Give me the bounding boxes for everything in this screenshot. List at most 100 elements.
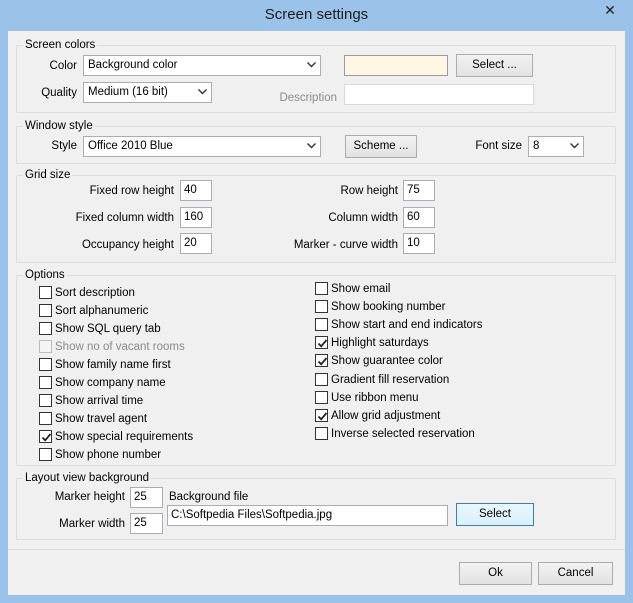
- description-field[interactable]: [344, 84, 534, 105]
- chevron-down-icon: [307, 62, 316, 68]
- marker-height-label: Marker height: [54, 491, 125, 503]
- checkbox-label: Show travel agent: [55, 413, 148, 425]
- button-label: Ok: [488, 567, 503, 579]
- checkmark-icon: [317, 412, 328, 421]
- checkbox-unchecked-icon: [315, 372, 328, 386]
- quality-label: Quality: [41, 87, 77, 99]
- color-dropdown-value: Background color: [88, 59, 178, 71]
- checkbox-label: Allow grid adjustment: [331, 409, 441, 422]
- color-label: Color: [49, 60, 77, 72]
- window-title: Screen settings: [264, 6, 369, 23]
- select-background-button[interactable]: Select: [456, 503, 534, 526]
- row-height-input[interactable]: 75: [403, 180, 435, 201]
- color-dropdown[interactable]: Background color: [83, 55, 321, 76]
- checkbox-label: Highlight saturdays: [331, 337, 429, 350]
- button-label: Select: [479, 508, 511, 520]
- close-icon: ✕: [604, 2, 616, 18]
- background-file-label: Background file: [169, 491, 249, 503]
- close-button[interactable]: ✕: [593, 0, 627, 21]
- occupancy-height-label: Occupancy height: [81, 239, 174, 251]
- marker-height-input[interactable]: 25: [130, 487, 163, 508]
- checkbox-checked-icon: [315, 354, 328, 368]
- chevron-down-icon: [307, 143, 316, 149]
- fixed-column-width-input[interactable]: 160: [180, 207, 212, 228]
- checkbox-unchecked-icon: [315, 318, 328, 332]
- checkbox-label: Show email: [331, 283, 391, 295]
- group-title: Screen colors: [23, 38, 98, 52]
- style-label: Style: [51, 140, 77, 152]
- scheme-button[interactable]: Scheme ...: [345, 135, 417, 158]
- checkbox-unchecked-icon: [39, 304, 52, 317]
- marker-curve-width-input[interactable]: 10: [403, 233, 435, 254]
- checkbox-label: Show booking number: [331, 301, 446, 314]
- chevron-down-icon: [570, 143, 579, 149]
- checkbox-label: Show company name: [55, 377, 166, 389]
- checkbox-checked-icon: [39, 430, 52, 443]
- chevron-down-icon: [198, 89, 207, 95]
- checkmark-icon: [317, 339, 328, 348]
- checkbox-unchecked-icon: [39, 394, 52, 407]
- dialog-body: Screen colors Color Background color Sel…: [8, 31, 625, 595]
- screen-settings-window: Screen settings ✕ Screen colors Color Ba…: [0, 0, 633, 603]
- checkbox-label: Show start and end indicators: [331, 319, 483, 332]
- row-height-label: Row height: [340, 185, 398, 197]
- button-label: Select ...: [472, 59, 517, 71]
- checkbox-label: Show special requirements: [55, 431, 194, 443]
- checkbox-checked-icon: [315, 408, 328, 422]
- button-label: Cancel: [557, 567, 594, 579]
- checkbox-unchecked-icon: [39, 358, 52, 371]
- ok-button[interactable]: Ok: [459, 562, 532, 585]
- checkbox-unchecked-icon: [39, 376, 52, 389]
- dialog-footer: Ok Cancel: [8, 549, 625, 595]
- fixed-column-width-label: Fixed column width: [75, 212, 174, 224]
- column-width-label: Column width: [328, 212, 398, 224]
- font-size-dropdown-value: 8: [533, 140, 540, 152]
- checkbox-label: Show no of vacant rooms: [55, 341, 185, 353]
- cancel-button[interactable]: Cancel: [538, 562, 613, 585]
- checkbox-label: Show SQL query tab: [55, 323, 161, 335]
- background-file-input[interactable]: C:\Softpedia Files\Softpedia.jpg: [167, 505, 448, 526]
- quality-dropdown-value: Medium (16 bit): [88, 86, 168, 98]
- title-bar: Screen settings ✕: [0, 0, 633, 31]
- checkbox-unchecked-icon: [315, 300, 328, 314]
- button-label: Scheme ...: [353, 140, 409, 152]
- checkbox-unchecked-icon: [39, 340, 52, 353]
- quality-dropdown[interactable]: Medium (16 bit): [83, 82, 212, 103]
- group-title: Layout view background: [23, 471, 152, 485]
- style-dropdown-value: Office 2010 Blue: [88, 140, 173, 152]
- checkbox-label: Use ribbon menu: [331, 391, 419, 404]
- checkbox-unchecked-icon: [39, 412, 52, 425]
- font-size-dropdown[interactable]: 8: [528, 136, 584, 157]
- group-title: Window style: [23, 119, 95, 133]
- checkbox-unchecked-icon: [315, 390, 328, 404]
- checkbox-unchecked-icon: [315, 282, 328, 295]
- fixed-row-height-label: Fixed row height: [89, 185, 174, 197]
- color-swatch: [344, 55, 448, 76]
- checkbox-checked-icon: [315, 336, 328, 350]
- group-title: Grid size: [23, 168, 73, 182]
- checkmark-icon: [317, 357, 328, 367]
- marker-width-input[interactable]: 25: [130, 513, 163, 534]
- column-width-input[interactable]: 60: [403, 207, 435, 228]
- checkbox-unchecked-icon: [39, 322, 52, 335]
- checkbox-label: Show phone number: [55, 449, 162, 461]
- font-size-label: Font size: [475, 140, 522, 152]
- checkbox-label: Gradient fill reservation: [331, 373, 450, 386]
- marker-width-label: Marker width: [59, 518, 125, 530]
- checkbox-label: Show arrival time: [55, 395, 144, 407]
- group-title: Options: [23, 268, 67, 282]
- checkbox-unchecked-icon: [39, 448, 52, 461]
- checkmark-icon: [41, 433, 52, 442]
- description-label: Description: [279, 92, 337, 104]
- checkbox-label: Inverse selected reservation: [331, 427, 475, 440]
- occupancy-height-input[interactable]: 20: [180, 233, 212, 254]
- style-dropdown[interactable]: Office 2010 Blue: [83, 136, 321, 157]
- fixed-row-height-input[interactable]: 40: [180, 180, 212, 201]
- checkbox-label: Sort alphanumeric: [55, 305, 149, 317]
- checkbox-label: Show guarantee color: [331, 355, 443, 368]
- checkbox-unchecked-icon: [315, 426, 328, 440]
- checkbox-unchecked-icon: [39, 286, 52, 299]
- marker-curve-width-label: Marker - curve width: [293, 239, 398, 251]
- select-color-button[interactable]: Select ...: [456, 54, 533, 77]
- checkbox-label: Show family name first: [55, 359, 171, 371]
